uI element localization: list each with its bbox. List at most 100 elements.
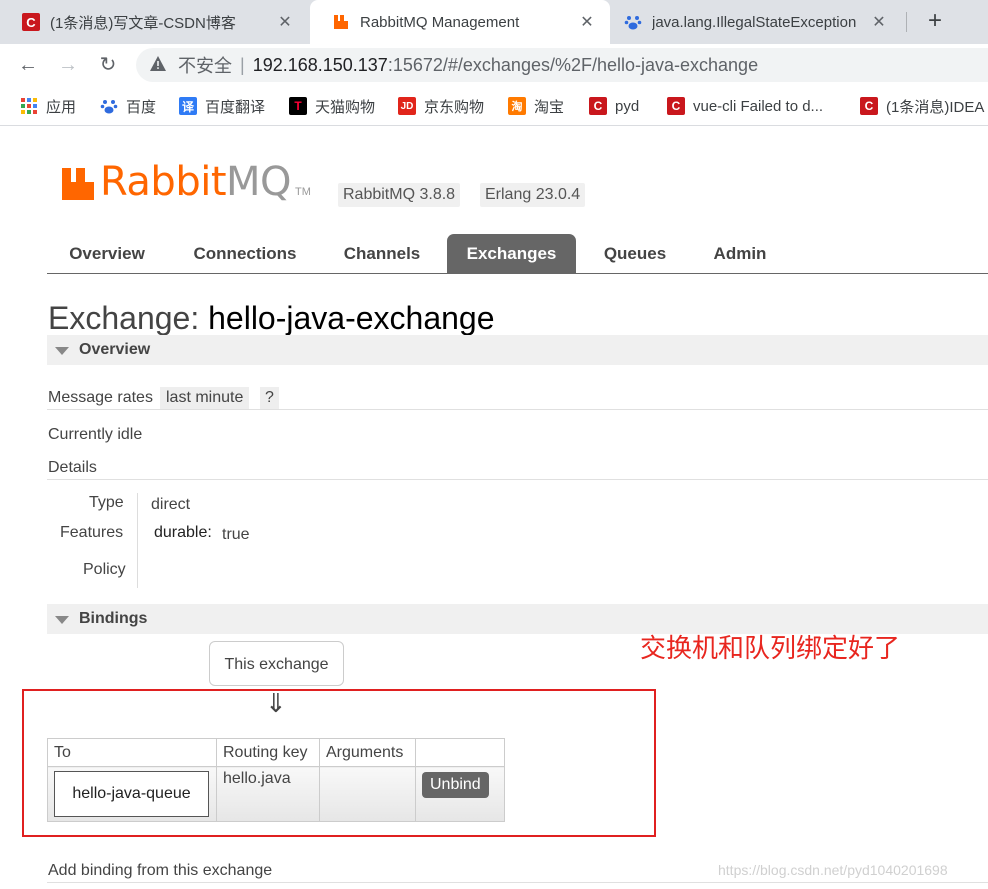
bookmark-label: 百度: [126, 98, 157, 116]
csdn-icon: C: [667, 97, 685, 115]
column-header-actions: [415, 738, 505, 767]
bookmark-baidu-translate[interactable]: 译 百度翻译: [179, 86, 266, 125]
tab-exchanges[interactable]: Exchanges: [447, 234, 576, 273]
logo-wordmark: RabbitMQ: [100, 159, 292, 205]
bookmark-vue-cli[interactable]: C vue-cli Failed to d...: [667, 86, 823, 125]
binding-destination-cell: hello-java-queue: [47, 766, 217, 822]
erlang-version-badge: Erlang 23.0.4: [480, 183, 586, 207]
logo-trademark: TM: [295, 186, 311, 198]
security-label[interactable]: 不安全: [178, 52, 232, 78]
bookmark-label: pyd: [615, 97, 640, 115]
main-nav: Overview Connections Channels Exchanges …: [47, 234, 988, 274]
address-host: 192.168.150.137: [252, 54, 388, 75]
close-icon[interactable]: ✕: [870, 12, 888, 32]
tab-channels[interactable]: Channels: [327, 234, 437, 273]
message-rates-label: Message rates: [48, 389, 153, 406]
annotation-note: 交换机和队列绑定好了: [640, 633, 901, 663]
durable-key: durable:: [154, 524, 212, 541]
tab-title: RabbitMQ Management: [360, 13, 520, 31]
bookmark-label: (1条消息)IDEA: [886, 98, 985, 116]
tab-title: java.lang.IllegalStateException: [652, 13, 857, 31]
bookmark-taobao[interactable]: 淘 淘宝: [508, 86, 565, 125]
bookmark-baidu[interactable]: 百度: [100, 86, 157, 125]
bookmark-label: 京东购物: [424, 98, 485, 116]
csdn-icon: C: [860, 97, 878, 115]
type-label: Type: [89, 494, 124, 511]
tab-separator: [906, 12, 907, 32]
browser-tab-csdn[interactable]: C (1条消息)写文章-CSDN博客 ✕: [0, 0, 308, 44]
bookmark-tmall[interactable]: T 天猫购物: [289, 86, 376, 125]
rates-period-selector[interactable]: last minute: [160, 387, 250, 409]
queue-link[interactable]: hello-java-queue: [54, 771, 209, 817]
rabbitmq-logo[interactable]: RabbitMQ TM: [62, 160, 311, 204]
csdn-icon: C: [589, 97, 607, 115]
bookmarks-bar: 应用 百度 译 百度翻译 T 天猫购物 JD 京东购物 淘 淘宝 C pyd C…: [0, 86, 988, 126]
help-button[interactable]: ?: [260, 387, 279, 409]
jd-icon: JD: [398, 97, 416, 115]
collapse-triangle-icon: [55, 347, 69, 355]
routing-key-cell: hello.java: [216, 766, 320, 822]
tab-overview[interactable]: Overview: [47, 234, 167, 273]
type-value: direct: [151, 496, 191, 513]
tab-admin[interactable]: Admin: [697, 234, 783, 273]
idle-status: Currently idle: [48, 426, 143, 443]
new-tab-button[interactable]: +: [920, 6, 950, 36]
details-label: Details: [48, 459, 97, 476]
reload-button[interactable]: ↻: [94, 51, 122, 79]
tab-queues[interactable]: Queues: [587, 234, 683, 273]
address-separator: |: [240, 54, 245, 75]
bookmark-pyd[interactable]: C pyd: [589, 86, 640, 125]
bookmark-label: 百度翻译: [205, 98, 266, 116]
bookmark-label: 淘宝: [534, 98, 565, 116]
apps-grid-icon: [20, 97, 38, 115]
back-button[interactable]: ←: [14, 51, 42, 79]
features-label: Features: [60, 524, 124, 541]
bookmark-idea[interactable]: C (1条消息)IDEA: [860, 86, 985, 125]
close-icon[interactable]: ✕: [578, 12, 596, 32]
collapse-triangle-icon: [55, 616, 69, 624]
rabbitmq-logo-icon: [62, 168, 94, 200]
column-header-routing-key: Routing key: [216, 738, 320, 767]
page-title: Exchange: hello-java-exchange: [48, 298, 495, 338]
unbind-button[interactable]: Unbind: [422, 772, 489, 798]
address-bar[interactable]: 不安全 | 192.168.150.137 :15672/#/exchanges…: [136, 48, 988, 82]
table-row: hello-java-queue hello.java Unbind: [47, 766, 505, 822]
bookmark-label: 应用: [46, 98, 77, 116]
policy-label: Policy: [83, 561, 126, 578]
watermark: https://blog.csdn.net/pyd1040201698: [718, 862, 948, 878]
translate-icon: 译: [179, 97, 197, 115]
rabbitmq-icon: [332, 13, 350, 31]
warning-triangle-icon[interactable]: [150, 56, 166, 74]
bookmark-label: 天猫购物: [315, 98, 376, 116]
baidu-paw-icon: [100, 97, 118, 115]
page-title-prefix: Exchange:: [48, 300, 200, 336]
tab-title: (1条消息)写文章-CSDN博客: [50, 14, 236, 32]
divider: [47, 479, 988, 480]
csdn-icon: C: [22, 13, 40, 31]
tmall-icon: T: [289, 97, 307, 115]
bindings-table: To Routing key Arguments hello-java-queu…: [47, 738, 505, 822]
browser-tab-baidu[interactable]: java.lang.IllegalStateException ✕: [602, 0, 902, 44]
rabbitmq-version-badge: RabbitMQ 3.8.8: [338, 183, 461, 207]
taobao-icon: 淘: [508, 97, 526, 115]
baidu-paw-icon: [624, 13, 642, 31]
details-divider: [137, 493, 138, 588]
table-header-row: To Routing key Arguments: [47, 738, 505, 767]
this-exchange-box: This exchange: [209, 641, 344, 686]
section-title: Bindings: [79, 610, 148, 627]
tab-connections[interactable]: Connections: [179, 234, 311, 273]
column-header-arguments: Arguments: [319, 738, 416, 767]
add-binding-toggle[interactable]: Add binding from this exchange: [48, 862, 272, 880]
close-icon[interactable]: ✕: [276, 12, 294, 32]
arguments-cell: [319, 766, 416, 822]
column-header-to: To: [47, 738, 217, 767]
section-overview-toggle[interactable]: Overview: [47, 335, 988, 365]
address-path: :15672/#/exchanges/%2F/hello-java-exchan…: [387, 54, 759, 75]
section-title: Overview: [79, 341, 151, 358]
bookmark-apps[interactable]: 应用: [20, 86, 77, 125]
forward-button[interactable]: →: [54, 51, 82, 79]
bookmark-jd[interactable]: JD 京东购物: [398, 86, 485, 125]
divider: [47, 882, 988, 883]
exchange-name: hello-java-exchange: [208, 300, 495, 336]
browser-tab-rabbitmq[interactable]: RabbitMQ Management ✕: [310, 0, 610, 44]
